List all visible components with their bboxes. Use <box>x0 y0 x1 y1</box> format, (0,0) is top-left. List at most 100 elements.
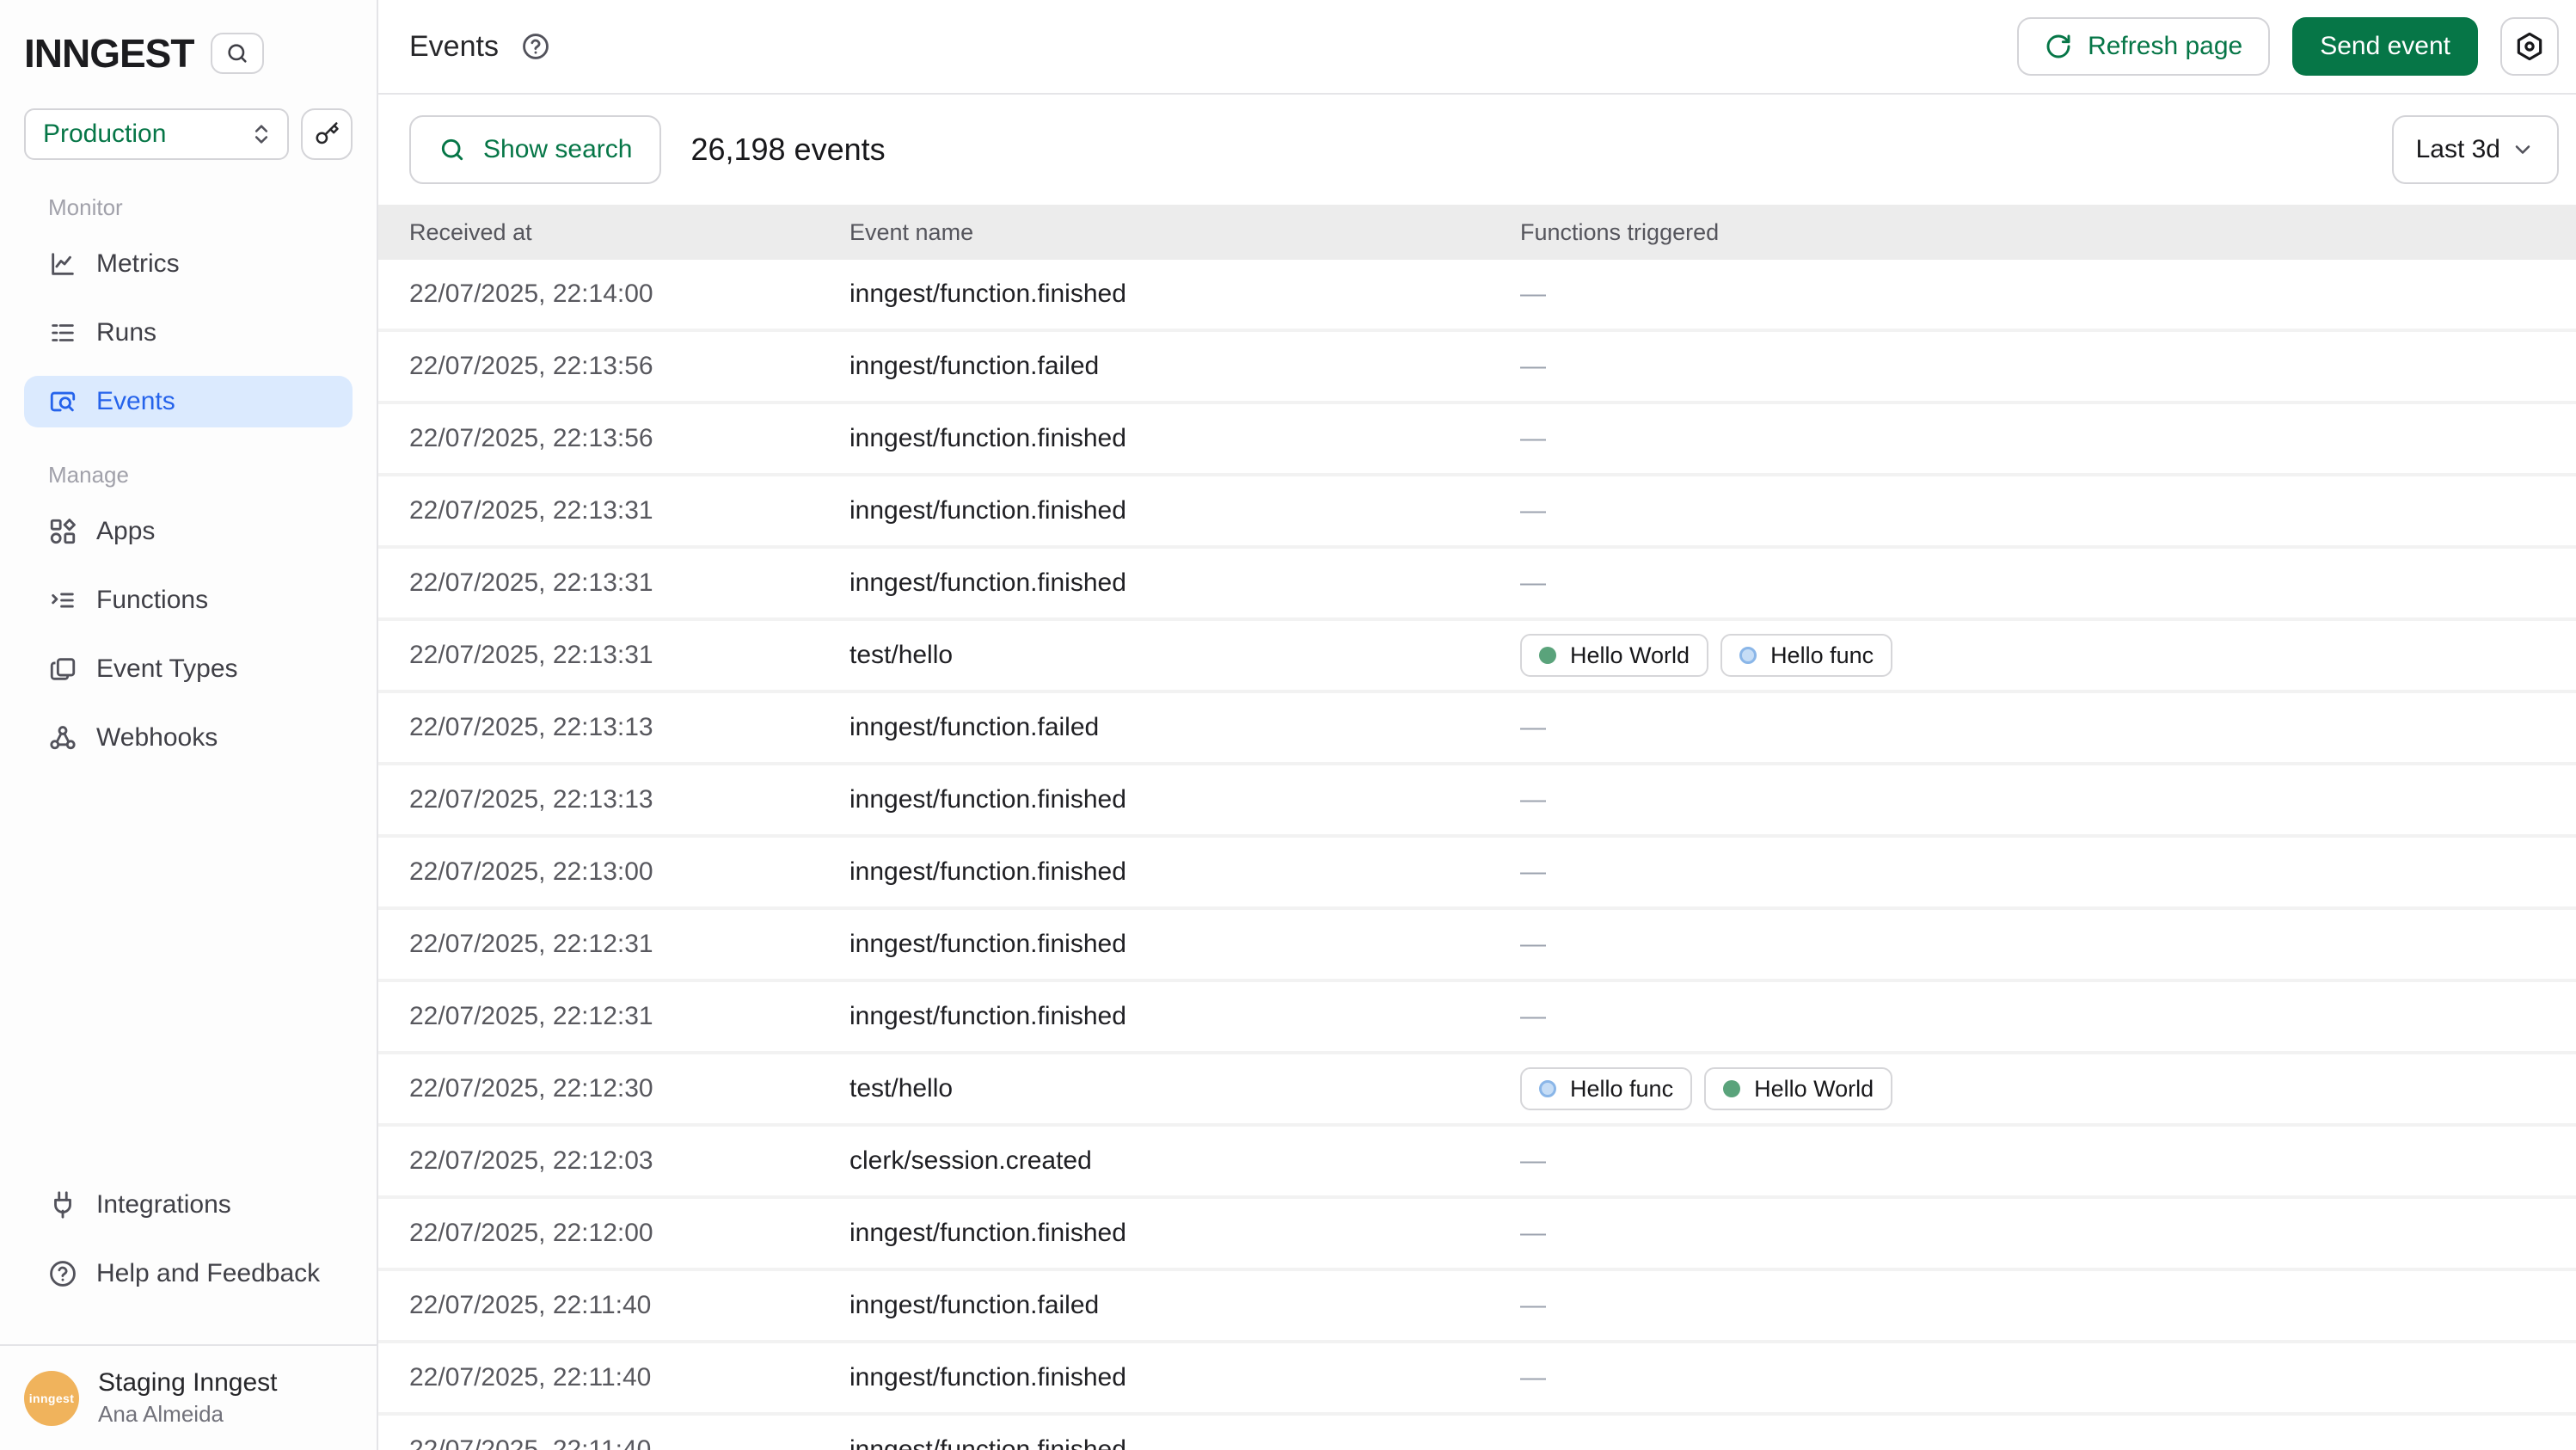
nav-section-label: Manage <box>48 462 328 488</box>
sidebar-nav: Monitor Metrics Runs Events Manage Apps Functi… <box>0 160 377 781</box>
function-badge[interactable]: Hello World <box>1520 634 1708 677</box>
sidebar-item-event-types[interactable]: Event Types <box>24 643 353 695</box>
function-badge[interactable]: Hello func <box>1520 1067 1692 1110</box>
no-functions-dash: — <box>1520 930 1546 959</box>
event-name-cell: clerk/session.created <box>849 1146 1520 1176</box>
sidebar-footer: Integrations Help and Feedback <box>0 1179 377 1330</box>
time-range-value: Last 3d <box>2416 135 2500 164</box>
account-name: Staging Inngest <box>98 1368 278 1398</box>
sidebar-item-label: Webhooks <box>96 723 218 753</box>
table-row[interactable]: 22/07/2025, 22:12:03clerk/session.create… <box>378 1127 2576 1199</box>
environment-select[interactable]: Production <box>24 108 289 160</box>
table-row[interactable]: 22/07/2025, 22:13:31inngest/function.fin… <box>378 476 2576 549</box>
no-functions-dash: — <box>1520 785 1546 814</box>
received-at-cell: 22/07/2025, 22:13:13 <box>409 785 849 814</box>
function-badge[interactable]: Hello World <box>1704 1067 1892 1110</box>
table-row[interactable]: 22/07/2025, 22:13:00inngest/function.fin… <box>378 838 2576 910</box>
sidebar-item-apps[interactable]: Apps <box>24 506 353 557</box>
avatar: inngest <box>24 1371 79 1426</box>
table-row[interactable]: 22/07/2025, 22:13:13inngest/function.fin… <box>378 765 2576 838</box>
send-event-button[interactable]: Send event <box>2292 17 2478 76</box>
functions-triggered-cell: — <box>1520 1291 2545 1320</box>
sidebar-item-label: Event Types <box>96 654 238 684</box>
table-row[interactable]: 22/07/2025, 22:14:00inngest/function.fin… <box>378 260 2576 332</box>
received-at-cell: 22/07/2025, 22:13:56 <box>409 424 849 453</box>
function-badge-label: Hello func <box>1570 1076 1673 1103</box>
received-at-cell: 22/07/2025, 22:12:31 <box>409 1002 849 1031</box>
functions-triggered-cell: — <box>1520 785 2545 814</box>
received-at-cell: 22/07/2025, 22:11:40 <box>409 1363 849 1392</box>
function-badge[interactable]: Hello func <box>1720 634 1892 677</box>
received-at-cell: 22/07/2025, 22:12:31 <box>409 930 849 959</box>
refresh-icon <box>2045 33 2072 60</box>
table-row[interactable]: 22/07/2025, 22:11:40inngest/function.fin… <box>378 1343 2576 1416</box>
sidebar-item-events[interactable]: Events <box>24 376 353 427</box>
gear-icon <box>2513 30 2546 63</box>
events-toolbar: Show search 26,198 events Last 3d <box>378 95 2576 205</box>
no-functions-dash: — <box>1520 352 1546 381</box>
events-icon <box>48 387 77 416</box>
events-table: Received at Event name Functions trigger… <box>378 205 2576 1450</box>
sidebar-item-webhooks[interactable]: Webhooks <box>24 712 353 764</box>
runs-icon <box>48 318 77 347</box>
functions-triggered-cell: — <box>1520 568 2545 598</box>
received-at-cell: 22/07/2025, 22:13:31 <box>409 568 849 598</box>
no-functions-dash: — <box>1520 1435 1546 1450</box>
settings-button[interactable] <box>2500 17 2559 76</box>
no-functions-dash: — <box>1520 1146 1546 1176</box>
event-keys-button[interactable] <box>301 108 353 160</box>
sidebar-item-label: Integrations <box>96 1190 231 1220</box>
received-at-cell: 22/07/2025, 22:11:40 <box>409 1291 849 1320</box>
page-header: Events Refresh page Send event <box>378 0 2576 95</box>
received-at-cell: 22/07/2025, 22:13:13 <box>409 713 849 742</box>
refresh-page-label: Refresh page <box>2088 32 2242 61</box>
sidebar-item-metrics[interactable]: Metrics <box>24 238 353 290</box>
show-search-button[interactable]: Show search <box>409 115 661 184</box>
inngest-logo: INNGEST <box>24 30 193 77</box>
table-row[interactable]: 22/07/2025, 22:13:31test/helloHello Worl… <box>378 621 2576 693</box>
function-status-dot <box>1739 647 1757 664</box>
table-row[interactable]: 22/07/2025, 22:12:31inngest/function.fin… <box>378 982 2576 1054</box>
table-row[interactable]: 22/07/2025, 22:13:56inngest/function.fai… <box>378 332 2576 404</box>
refresh-page-button[interactable]: Refresh page <box>2017 17 2270 76</box>
sidebar-item-functions[interactable]: Functions <box>24 574 353 626</box>
functions-triggered-cell: — <box>1520 713 2545 742</box>
nav-section-label: Monitor <box>48 194 328 221</box>
event-name-cell: inngest/function.finished <box>849 1363 1520 1392</box>
help-icon[interactable] <box>521 32 550 61</box>
sidebar-item-label: Apps <box>96 517 155 546</box>
table-row[interactable]: 22/07/2025, 22:11:40inngest/function.fin… <box>378 1416 2576 1450</box>
no-functions-dash: — <box>1520 568 1546 598</box>
table-row[interactable]: 22/07/2025, 22:11:40inngest/function.fai… <box>378 1271 2576 1343</box>
table-row[interactable]: 22/07/2025, 22:12:31inngest/function.fin… <box>378 910 2576 982</box>
sidebar-item-label: Events <box>96 387 175 416</box>
functions-triggered-cell: — <box>1520 1146 2545 1176</box>
show-search-label: Show search <box>483 135 632 164</box>
sidebar-item-integrations[interactable]: Integrations <box>24 1179 353 1231</box>
no-functions-dash: — <box>1520 713 1546 742</box>
received-at-cell: 22/07/2025, 22:14:00 <box>409 280 849 309</box>
table-row[interactable]: 22/07/2025, 22:13:31inngest/function.fin… <box>378 549 2576 621</box>
table-row[interactable]: 22/07/2025, 22:13:56inngest/function.fin… <box>378 404 2576 476</box>
table-row[interactable]: 22/07/2025, 22:13:13inngest/function.fai… <box>378 693 2576 765</box>
sidebar-item-help-and-feedback[interactable]: Help and Feedback <box>24 1248 353 1299</box>
function-status-dot <box>1539 1080 1556 1097</box>
no-functions-dash: — <box>1520 1291 1546 1320</box>
sidebar-item-label: Help and Feedback <box>96 1259 320 1288</box>
functions-triggered-cell: — <box>1520 930 2545 959</box>
search-icon <box>225 41 249 65</box>
sidebar-item-runs[interactable]: Runs <box>24 307 353 359</box>
time-range-select[interactable]: Last 3d <box>2392 115 2559 184</box>
main-content: Events Refresh page Send event <box>378 0 2576 1450</box>
chevron-down-icon <box>2511 138 2535 162</box>
no-functions-dash: — <box>1520 1363 1546 1392</box>
received-at-cell: 22/07/2025, 22:12:00 <box>409 1219 849 1248</box>
account-menu[interactable]: inngest Staging Inngest Ana Almeida <box>0 1346 377 1450</box>
functions-triggered-cell: — <box>1520 1363 2545 1392</box>
event-name-cell: inngest/function.failed <box>849 713 1520 742</box>
global-search-button[interactable] <box>211 33 264 74</box>
table-row[interactable]: 22/07/2025, 22:12:30test/helloHello func… <box>378 1054 2576 1127</box>
sidebar-item-label: Metrics <box>96 249 180 279</box>
table-row[interactable]: 22/07/2025, 22:12:00inngest/function.fin… <box>378 1199 2576 1271</box>
event-types-icon <box>48 654 77 684</box>
